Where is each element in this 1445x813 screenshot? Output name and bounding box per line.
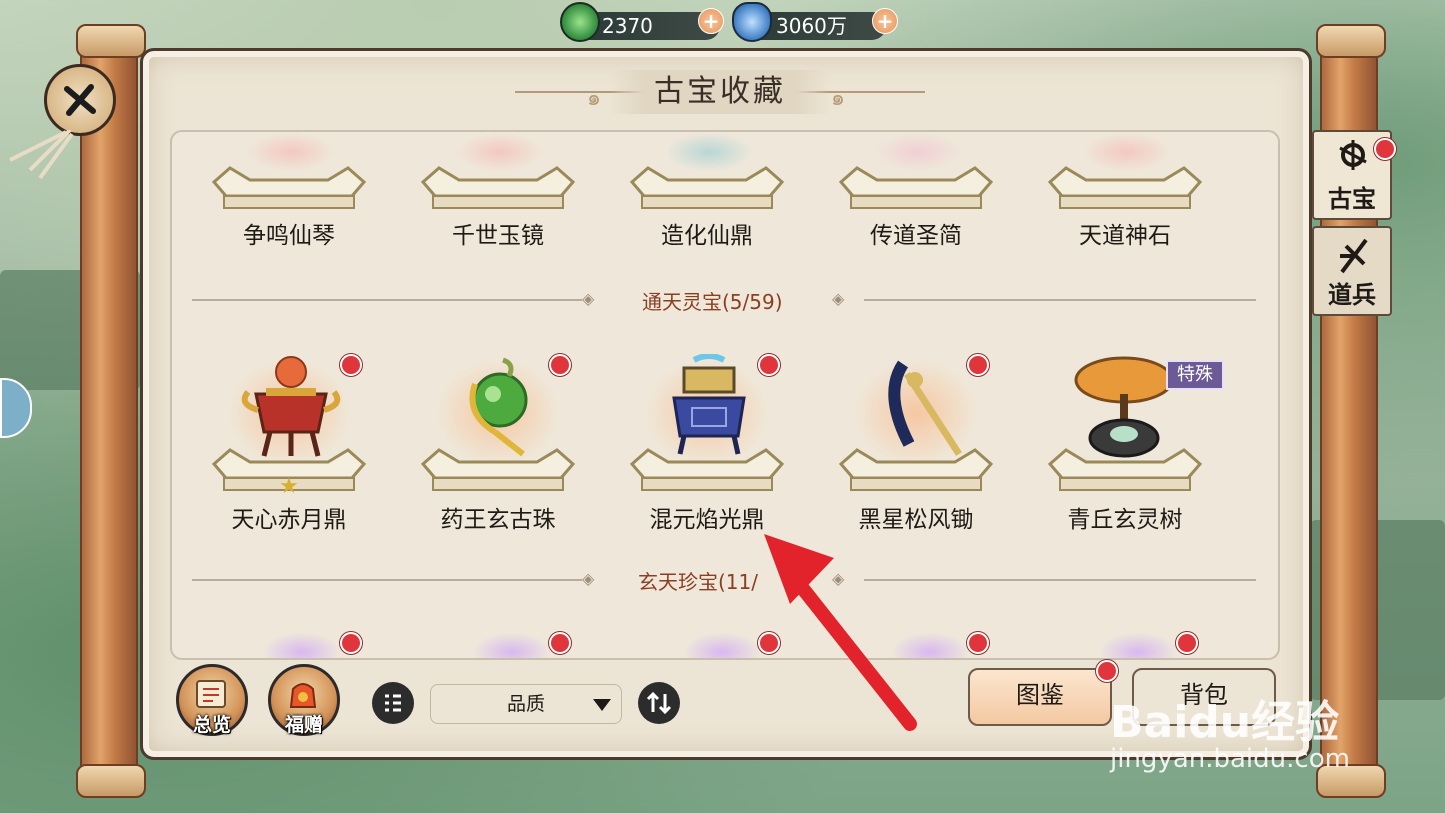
treasure-emblem-icon [1339,140,1367,170]
add-jade-button[interactable]: + [698,8,724,34]
pedestal-icon [838,448,994,491]
treasure-item[interactable]: 混元焰光鼎 [624,354,790,533]
jade-amount: 2370 [602,14,653,38]
divider-line [864,299,1256,301]
sort-toggle-button[interactable] [638,682,680,724]
catalog-label: 图鉴 [1016,681,1064,709]
watermark-brand: Baidu经验 [1110,697,1340,748]
item-name: 传道圣简 [870,223,962,249]
divider-line [192,299,582,301]
catalog-button[interactable]: 图鉴 [968,660,1118,726]
annotation-arrow-icon [764,534,917,731]
watermark-url: jingyan.baidu.com [1110,744,1350,774]
scroll-document-icon [196,680,226,708]
gift-button[interactable]: 福赠 [268,664,340,736]
treasure-item[interactable]: 特殊 青丘玄灵树 [1042,354,1224,533]
section-title-xuantian: 玄天珍宝(11/ [638,570,758,594]
item-name: 天道神石 [1079,223,1171,249]
gift-bag-icon [289,683,317,708]
rod-cap [76,24,146,58]
treasure-item[interactable]: 争鸣仙琴 [206,132,372,249]
close-button[interactable] [44,64,116,136]
tab-daobing[interactable]: 道兵 [1312,226,1392,316]
new-badge-dot [549,354,571,376]
list-icon [385,694,401,712]
pedestal-icon [211,166,367,209]
divider-line [192,579,582,581]
tab-gubao[interactable]: 古宝 [1312,130,1396,220]
jade-icon [560,2,600,42]
crystal-amount: 3060万 [776,14,847,38]
diamond-ornament-icon: ◈ [582,569,595,588]
item-name: 天心赤月鼎 [231,507,347,533]
crystal-icon [732,2,772,42]
new-badge-dot [758,354,780,376]
new-badge-dot [549,632,571,654]
rod-cap [1316,24,1386,58]
item-glow [682,632,762,658]
divider-line [864,579,1256,581]
currency-bar: 2370 + 3060万 + [556,2,898,46]
pedestal-icon [420,166,576,209]
new-badge-dot [1176,632,1198,654]
pedestal-icon [629,448,785,491]
treasure-item[interactable]: 造化仙鼎 [624,132,790,249]
sort-arrows-icon [646,691,672,715]
pedestal-icon [629,166,785,209]
scroll-rod-left [80,40,138,782]
new-badge-dot [967,354,989,376]
swirl-ornament-icon: ๑ [831,86,845,111]
item-name: 药王玄古珠 [440,507,556,533]
tab-label: 古宝 [1328,185,1376,213]
new-badge-dot [340,632,362,654]
section-title-tongtian: 通天灵宝(5/59) [642,290,783,314]
pedestal-icon [1047,448,1203,491]
title-banner: ๑ ๑ 古宝收藏 [515,70,925,114]
treasure-item[interactable]: 药王玄古珠 [415,354,581,533]
new-badge-dot [967,632,989,654]
quality-filter-select[interactable]: 品质 [430,684,622,724]
treasure-item[interactable]: 天道神石 [1042,132,1208,249]
diamond-ornament-icon: ◈ [582,289,595,308]
new-badge-dot [1374,138,1396,160]
overview-button[interactable]: 总览 [176,664,248,736]
treasure-item[interactable]: 千世玉镜 [415,132,581,249]
add-crystal-button[interactable]: + [872,8,898,34]
treasure-item[interactable]: 传道圣简 [833,132,999,249]
pedestal-icon [838,166,994,209]
new-badge-dot [1096,660,1118,682]
special-badge: 特殊 [1166,360,1224,390]
weapon-emblem-icon [1340,238,1368,274]
star-rank-icon: ★ [279,474,299,499]
rod-cap [76,764,146,798]
page-title: 古宝收藏 [654,74,786,109]
tab-label: 道兵 [1328,281,1376,309]
close-icon [64,84,96,116]
item-glow [472,632,552,658]
tassel-icon [9,130,74,180]
item-name: 青丘玄灵树 [1067,507,1183,533]
new-badge-dot [340,354,362,376]
pedestal-icon [1047,166,1203,209]
item-glow [262,632,342,658]
gift-label: 福赠 [284,714,323,736]
item-glow [1098,632,1178,658]
treasure-item[interactable]: ★ 天心赤月鼎 [206,354,372,533]
collection-panel[interactable]: 争鸣仙琴 千世玉镜 造化仙鼎 传道圣简 天道神石 ◈ 通天灵宝(5/59) ◈ [170,130,1280,660]
treasure-item[interactable]: 黑星松风锄 [833,354,999,533]
overview-label: 总览 [192,714,231,736]
list-view-button[interactable] [372,682,414,724]
pedestal-icon [420,448,576,491]
item-name: 千世玉镜 [452,223,544,249]
item-name: 争鸣仙琴 [243,223,335,249]
chevron-down-icon [593,699,611,711]
item-name: 造化仙鼎 [661,223,753,249]
diamond-ornament-icon: ◈ [832,289,845,308]
